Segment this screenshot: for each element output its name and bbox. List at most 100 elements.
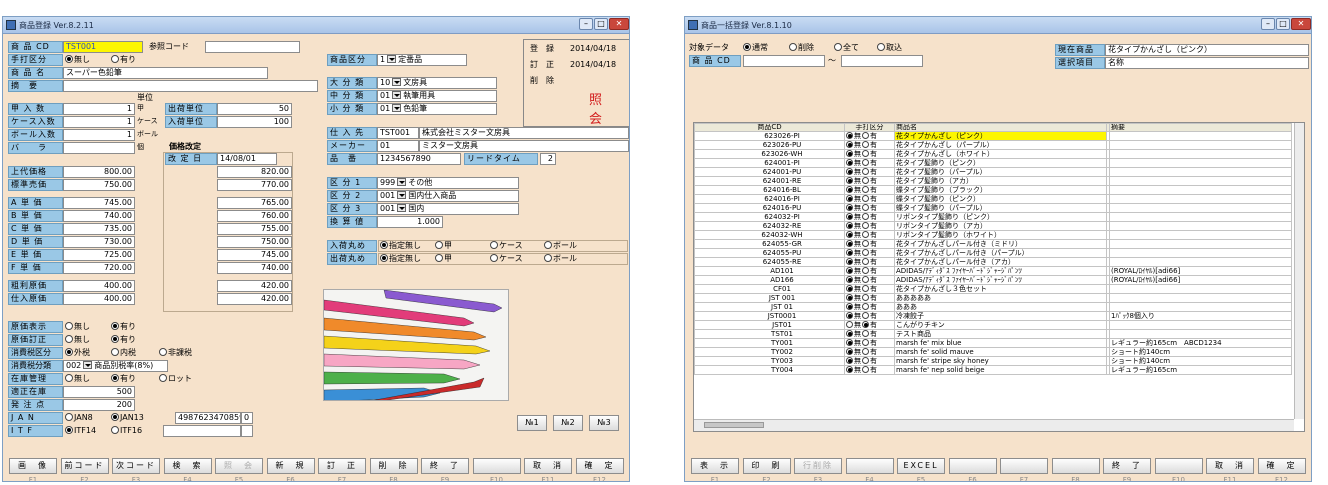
- name-input[interactable]: スーパー色鉛筆: [63, 67, 268, 79]
- table-row[interactable]: 624032-PI 無有リボンタイプ髪飾り（ピンク）: [694, 212, 1292, 222]
- out-round-ko-radio[interactable]: 甲: [435, 253, 452, 264]
- function-button-f9[interactable]: 終 了: [1103, 458, 1151, 474]
- qty-input[interactable]: 1: [63, 129, 135, 141]
- table-row[interactable]: 624032-RE 無有リボンタイプ髪飾り（アカ）: [694, 221, 1292, 231]
- manual-yes-radio[interactable]: [862, 267, 869, 274]
- row-manual[interactable]: 無有: [844, 302, 895, 312]
- image-no2-button[interactable]: №2: [553, 415, 583, 431]
- manual-yes-radio[interactable]: [862, 276, 869, 283]
- scroll-thumb[interactable]: [704, 422, 764, 428]
- row-manual[interactable]: 無有: [844, 131, 895, 141]
- function-button-f10[interactable]: [472, 458, 521, 474]
- image-no3-button[interactable]: №3: [589, 415, 619, 431]
- row-manual[interactable]: 無有: [844, 320, 895, 330]
- manual-yes-radio[interactable]: [862, 150, 869, 157]
- maker-code-input[interactable]: 01: [377, 140, 419, 152]
- new-price-input[interactable]: 750.00: [217, 236, 292, 248]
- manual-none-radio[interactable]: [846, 177, 853, 184]
- table-row[interactable]: 624055-GR 無有花タイプかんざしパール付き（ミドリ）: [694, 239, 1292, 249]
- in-round-none-radio[interactable]: 指定無し: [380, 240, 421, 251]
- code-input[interactable]: TST001: [63, 41, 143, 53]
- function-button-f3[interactable]: 行削除: [794, 458, 842, 474]
- manual-yes-radio[interactable]: [862, 366, 869, 373]
- lead-time-input[interactable]: 2: [540, 153, 556, 165]
- table-row[interactable]: TY003 無有 marsh fe' stripe sky honey ショート約14…: [694, 356, 1292, 366]
- manual-none-radio[interactable]: 無し: [65, 54, 90, 65]
- new-price-input[interactable]: 420.00: [217, 280, 292, 292]
- image-no1-button[interactable]: №1: [517, 415, 547, 431]
- function-button-f11[interactable]: 取 消: [524, 458, 572, 474]
- manual-yes-radio[interactable]: [862, 303, 869, 310]
- row-manual[interactable]: 無有: [844, 221, 895, 231]
- function-button-f2[interactable]: 前コード: [60, 458, 109, 474]
- out-round-none-radio[interactable]: 指定無し: [380, 253, 421, 264]
- manual-yes-radio[interactable]: [862, 339, 869, 346]
- chevron-down-icon[interactable]: [392, 104, 402, 112]
- manual-yes-radio[interactable]: [862, 321, 869, 328]
- manual-yes-radio[interactable]: [862, 132, 869, 139]
- chevron-down-icon[interactable]: [392, 78, 402, 86]
- row-manual[interactable]: 無有: [844, 203, 895, 213]
- new-price-input[interactable]: 770.00: [217, 179, 292, 191]
- new-price-input[interactable]: 820.00: [217, 166, 292, 178]
- new-price-input[interactable]: 420.00: [217, 293, 292, 305]
- new-price-input[interactable]: 765.00: [217, 197, 292, 209]
- row-manual[interactable]: 無有: [844, 212, 895, 222]
- close-button[interactable]: ✕: [1291, 18, 1311, 30]
- chevron-down-icon[interactable]: [397, 178, 407, 186]
- table-row[interactable]: CF01 無有花タイプかんざし３色セット: [694, 284, 1292, 294]
- manual-yes-radio[interactable]: [862, 330, 869, 337]
- col-code-header[interactable]: 商品CD: [694, 123, 845, 132]
- code-from-input[interactable]: [743, 55, 825, 67]
- function-button-f9[interactable]: 終 了: [421, 458, 469, 474]
- manual-yes-radio[interactable]: [862, 312, 869, 319]
- cost-fix-yes-radio[interactable]: 有り: [111, 334, 136, 345]
- manual-none-radio[interactable]: [846, 303, 853, 310]
- row-manual[interactable]: 無有: [844, 284, 895, 294]
- manual-none-radio[interactable]: [846, 141, 853, 148]
- maximize-button[interactable]: □: [1276, 18, 1290, 30]
- table-row[interactable]: TY004 無有 marsh fe' nep solid beige レギュラー約16…: [694, 365, 1292, 375]
- manual-none-radio[interactable]: [846, 231, 853, 238]
- price-input[interactable]: 750.00: [63, 179, 135, 191]
- table-row[interactable]: 624016-PI 無有蝶タイプ髪飾り（ピンク）: [694, 194, 1292, 204]
- target-all-radio[interactable]: 全て: [834, 42, 859, 53]
- category-select[interactable]: 1 定番品: [377, 54, 467, 66]
- code-to-input[interactable]: [841, 55, 923, 67]
- manual-yes-radio[interactable]: [862, 258, 869, 265]
- table-row[interactable]: AD101 無有 ADIDAS/ｱﾃﾞｨﾀﾞｽ ﾌｧｲﾔｰﾊﾞｰﾄﾞｼﾞｬｰｼﾞﾊﾟ…: [694, 266, 1292, 276]
- order-point-input[interactable]: 200: [63, 399, 135, 411]
- manual-yes-radio[interactable]: [862, 213, 869, 220]
- price-input[interactable]: 730.00: [63, 236, 135, 248]
- kubun3-select[interactable]: 001 国内: [377, 203, 519, 215]
- manual-none-radio[interactable]: [846, 366, 853, 373]
- row-manual[interactable]: 無有: [844, 338, 895, 348]
- manual-yes-radio[interactable]: [862, 204, 869, 211]
- row-manual[interactable]: 無有: [844, 167, 895, 177]
- row-manual[interactable]: 無有: [844, 266, 895, 276]
- function-button-f4[interactable]: [845, 458, 894, 474]
- function-button-f7[interactable]: [1000, 458, 1048, 474]
- table-row[interactable]: 624055-RE 無有花タイプかんざしパール付き（アカ）: [694, 257, 1292, 267]
- stock-none-radio[interactable]: 無し: [65, 373, 90, 384]
- out-round-ball-radio[interactable]: ボール: [544, 253, 577, 264]
- manual-none-radio[interactable]: [846, 330, 853, 337]
- chevron-down-icon[interactable]: [397, 204, 407, 212]
- manual-yes-radio[interactable]: [862, 168, 869, 175]
- manual-none-radio[interactable]: [846, 168, 853, 175]
- row-manual[interactable]: 無有: [844, 329, 895, 339]
- row-manual[interactable]: 無有: [844, 176, 895, 186]
- function-button-f11[interactable]: 取 消: [1206, 458, 1254, 474]
- tax-class-select[interactable]: 002 商品別税率(8%): [63, 360, 168, 372]
- function-button-f12[interactable]: 確 定: [1257, 458, 1306, 474]
- table-row[interactable]: 623026-WH 無有花タイプかんざし（ホワイト）: [694, 149, 1292, 159]
- manual-none-radio[interactable]: [846, 357, 853, 364]
- out-unit-input[interactable]: 50: [217, 103, 292, 115]
- big-cat-select[interactable]: 10 文房具: [377, 77, 497, 89]
- chevron-down-icon[interactable]: [387, 55, 397, 63]
- row-manual[interactable]: 無有: [844, 257, 895, 267]
- kubun1-select[interactable]: 999 その他: [377, 177, 519, 189]
- table-row[interactable]: 624016-BL 無有蝶タイプ髪飾り（ブラック）: [694, 185, 1292, 195]
- table-row[interactable]: TY001 無有 marsh fe' mix blue レギュラー約165cm ABC…: [694, 338, 1292, 348]
- chevron-down-icon[interactable]: [83, 361, 93, 369]
